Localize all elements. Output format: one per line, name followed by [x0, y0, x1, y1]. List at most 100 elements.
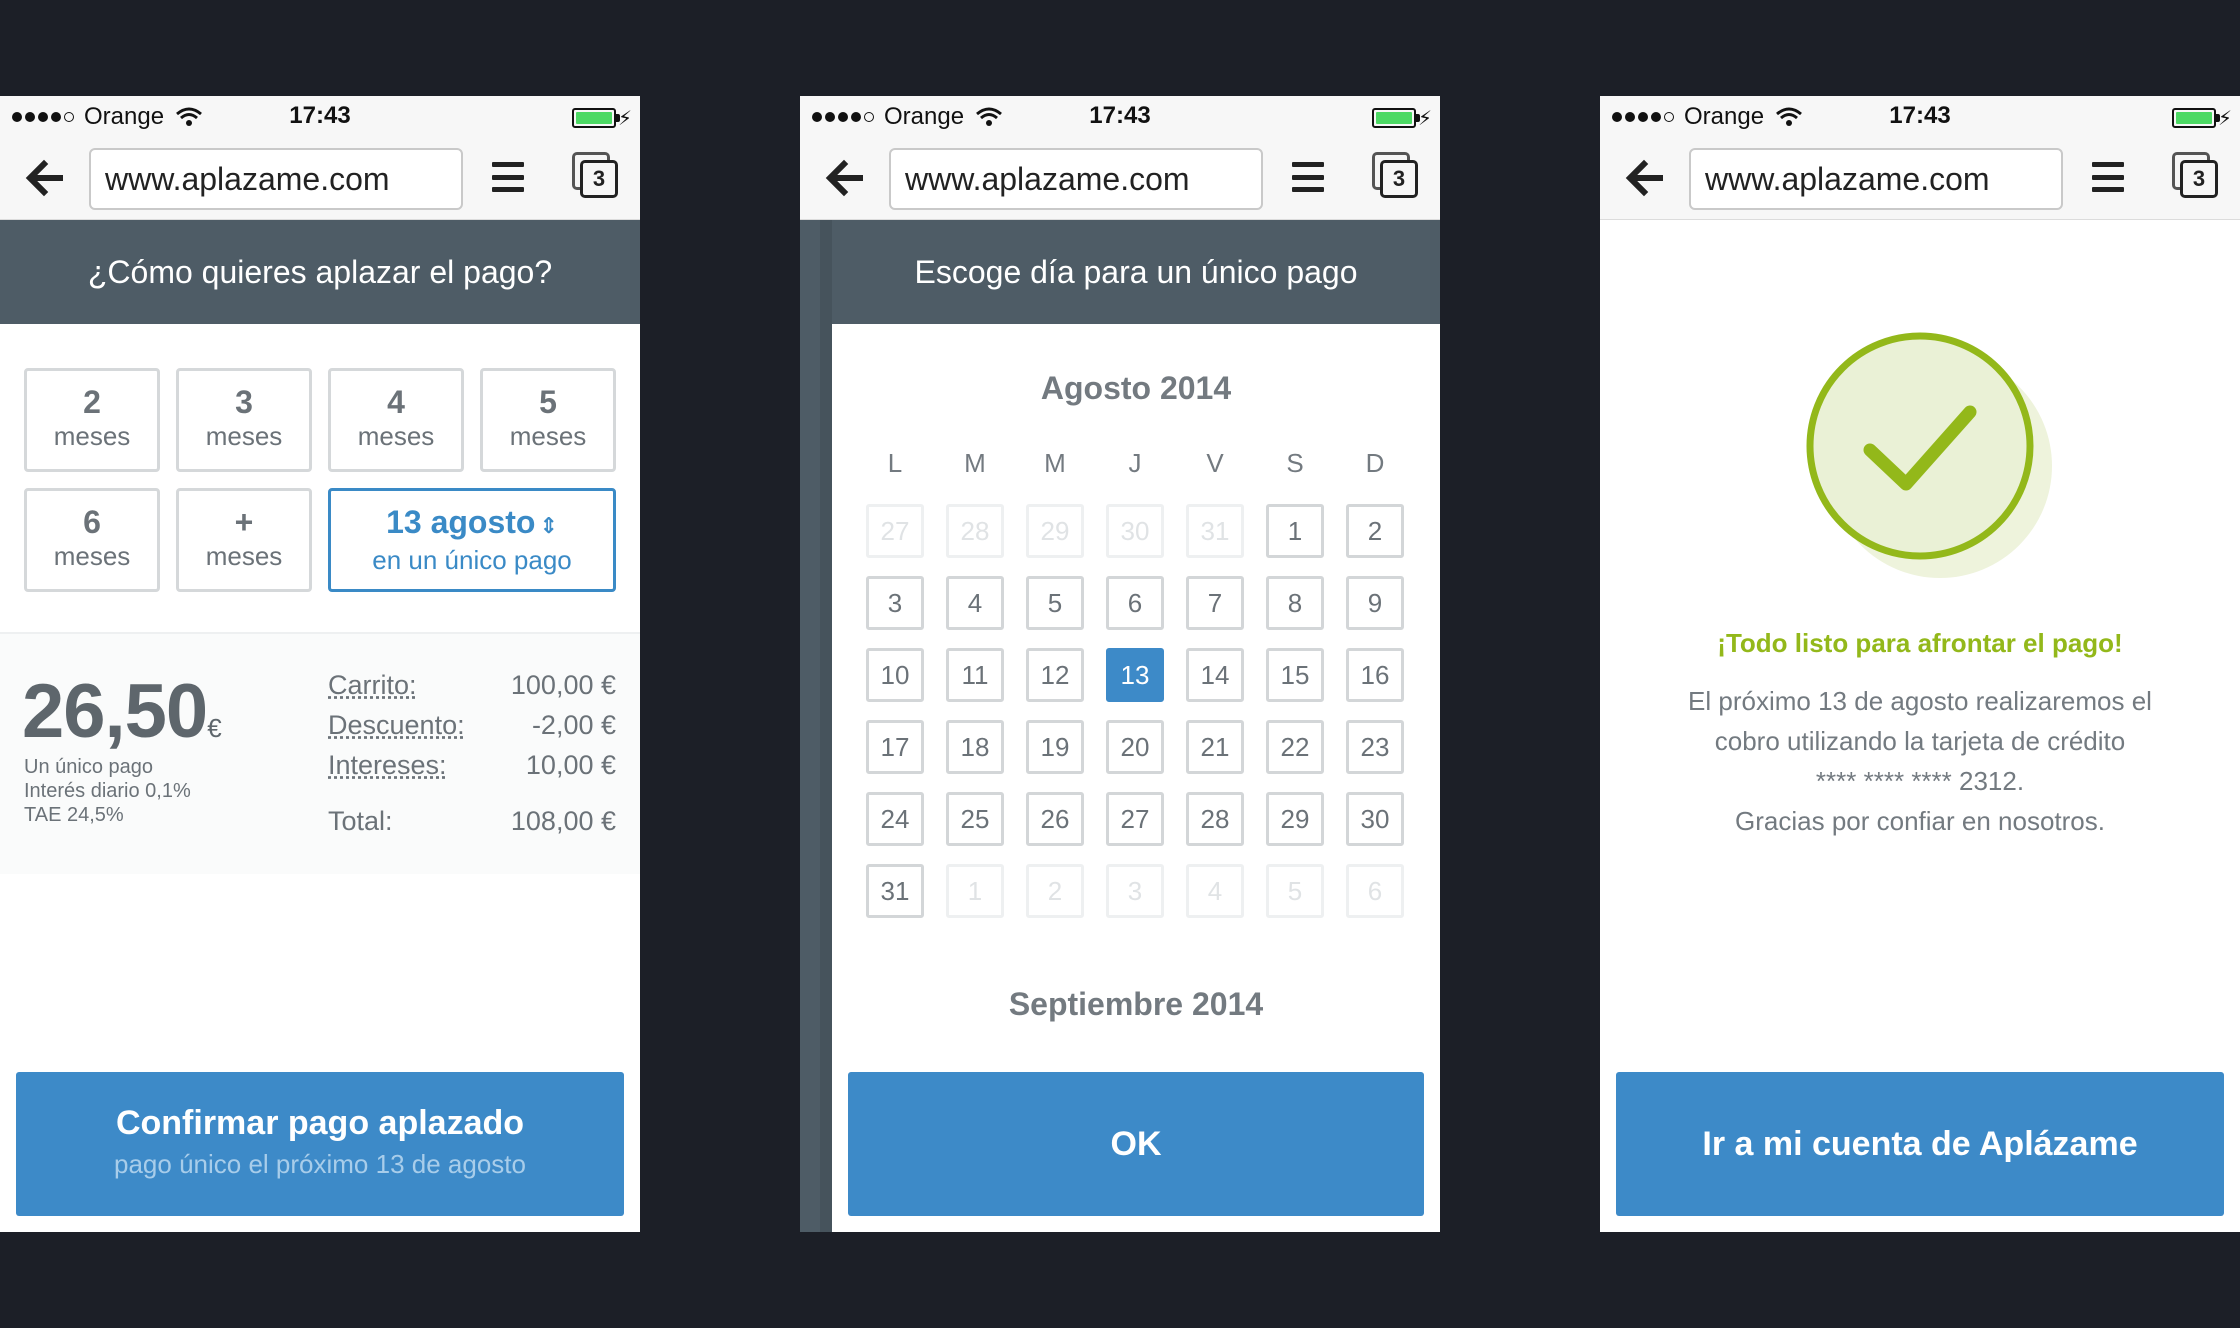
option-number: 4 [387, 384, 405, 420]
weekday-label: L [887, 448, 903, 478]
confirm-payment-button[interactable]: Confirmar pago aplazado pago único el pr… [16, 1072, 624, 1216]
discount-label[interactable]: Descuento: [328, 710, 465, 741]
charging-icon: ⚡ [617, 108, 632, 130]
url-field[interactable]: www.aplazame.com [889, 148, 1263, 210]
status-bar: Orange 17:43 ⚡ [800, 96, 1440, 138]
calendar-day[interactable]: 10 [866, 648, 924, 702]
option-unit: meses [357, 421, 435, 451]
charging-icon: ⚡ [2217, 108, 2232, 130]
interest-value: 10,00 € [525, 750, 616, 780]
calendar-day[interactable]: 4 [946, 576, 1004, 630]
battery-icon [1372, 108, 1420, 128]
go-to-account-button[interactable]: Ir a mi cuenta de Aplázame [1616, 1072, 2224, 1216]
discount-value: -2,00 € [531, 710, 616, 740]
status-time: 17:43 [1889, 102, 1951, 129]
calendar-day[interactable]: 25 [946, 792, 1004, 846]
calendar-day[interactable]: 8 [1266, 576, 1324, 630]
calendar-day[interactable]: 2 [1346, 504, 1404, 558]
calendar-day[interactable]: 7 [1186, 576, 1244, 630]
option-5-months[interactable]: 5 meses [480, 368, 616, 472]
calendar-day[interactable]: 23 [1346, 720, 1404, 774]
calendar-day[interactable]: 15 [1266, 648, 1324, 702]
calendar-day-outside-month: 5 [1266, 864, 1324, 918]
tab-count: 3 [580, 160, 618, 198]
calendar-day[interactable]: 6 [1106, 576, 1164, 630]
success-message-line1: El próximo 13 de agosto realizaremos el [1688, 686, 2152, 716]
calendar-day-outside-month: 6 [1346, 864, 1404, 918]
tae-rate: TAE 24,5% [24, 804, 124, 826]
calendar-day[interactable]: 24 [866, 792, 924, 846]
calendar-day-outside-month: 31 [1186, 504, 1244, 558]
weekday-label: V [1206, 448, 1224, 478]
menu-icon[interactable] [2092, 162, 2124, 192]
calendar-day[interactable]: 27 [1106, 792, 1164, 846]
option-4-months[interactable]: 4 meses [328, 368, 464, 472]
calendar-day[interactable]: 16 [1346, 648, 1404, 702]
modal-backdrop [800, 220, 832, 1232]
back-arrow-icon[interactable] [822, 156, 866, 200]
option-single-payment[interactable]: 13 agosto ⇕ en un único pago [328, 488, 616, 592]
url-field[interactable]: www.aplazame.com [1689, 148, 2063, 210]
calendar-day[interactable]: 5 [1026, 576, 1084, 630]
calendar-day[interactable]: 9 [1346, 576, 1404, 630]
calendar-day[interactable]: 13 [1106, 648, 1164, 702]
tabs-icon[interactable]: 3 [2172, 152, 2218, 198]
calendar-day-outside-month: 2 [1026, 864, 1084, 918]
calendar-day[interactable]: 1 [1266, 504, 1324, 558]
card-number: **** **** **** 2312. [1815, 766, 2025, 796]
calendar-day[interactable]: 22 [1266, 720, 1324, 774]
calendar-day-outside-month: 30 [1106, 504, 1164, 558]
phone-screen-date-picker: Orange 17:43 ⚡ www.aplazame.com 3 Escoge… [800, 96, 1440, 1232]
cart-label[interactable]: Carrito: [328, 670, 417, 701]
option-2-months[interactable]: 2 meses [24, 368, 160, 472]
calendar-day[interactable]: 31 [866, 864, 924, 918]
calendar-day[interactable]: 20 [1106, 720, 1164, 774]
calendar-day[interactable]: 17 [866, 720, 924, 774]
option-3-months[interactable]: 3 meses [176, 368, 312, 472]
calendar-day[interactable]: 28 [1186, 792, 1244, 846]
calendar-day[interactable]: 12 [1026, 648, 1084, 702]
calendar-day[interactable]: 21 [1186, 720, 1244, 774]
calendar-day[interactable]: 3 [866, 576, 924, 630]
calendar-day[interactable]: 18 [946, 720, 1004, 774]
tabs-icon[interactable]: 3 [572, 152, 618, 198]
thanks-message: Gracias por confiar en nosotros. [1735, 806, 2105, 836]
calendar-day[interactable]: 26 [1026, 792, 1084, 846]
menu-icon[interactable] [1292, 162, 1324, 192]
calendar-day-outside-month: 29 [1026, 504, 1084, 558]
charging-icon: ⚡ [1417, 108, 1432, 130]
weekday-label: M [964, 448, 986, 478]
calendar-month-title: Agosto 2014 [1040, 370, 1232, 406]
option-number: 2 [83, 384, 101, 420]
calendar-day[interactable]: 14 [1186, 648, 1244, 702]
total-value: 108,00 € [510, 806, 616, 836]
weekday-label: S [1286, 448, 1304, 478]
back-arrow-icon[interactable] [1622, 156, 1666, 200]
url-field[interactable]: www.aplazame.com [89, 148, 463, 210]
option-unit: meses [509, 421, 587, 451]
page-title: ¿Cómo quieres aplazar el pago? [0, 220, 640, 324]
tab-count: 3 [2180, 160, 2218, 198]
amount-currency: € [207, 713, 222, 743]
calendar-day[interactable]: 19 [1026, 720, 1084, 774]
status-time: 17:43 [289, 102, 351, 129]
single-payment-date: 13 agosto [386, 504, 536, 540]
cart-value: 100,00 € [510, 670, 616, 700]
ok-button[interactable]: OK [848, 1072, 1424, 1216]
option-6-months[interactable]: 6 meses [24, 488, 160, 592]
option-more-months[interactable]: + meses [176, 488, 312, 592]
tabs-icon[interactable]: 3 [1372, 152, 1418, 198]
calendar-day[interactable]: 29 [1266, 792, 1324, 846]
status-bar: Orange 17:43 ⚡ [1600, 96, 2240, 138]
menu-icon[interactable] [492, 162, 524, 192]
page-title: Escoge día para un único pago [832, 220, 1440, 324]
calendar-day[interactable]: 30 [1346, 792, 1404, 846]
calendar-day[interactable]: 11 [946, 648, 1004, 702]
interest-label[interactable]: Intereses: [328, 750, 447, 781]
daily-interest: Interés diario 0,1% [24, 780, 191, 802]
option-unit: meses [205, 421, 283, 451]
weekday-label: D [1365, 448, 1385, 478]
browser-toolbar: www.aplazame.com 3 [1600, 138, 2240, 220]
back-arrow-icon[interactable] [22, 156, 66, 200]
battery-icon [572, 108, 620, 128]
